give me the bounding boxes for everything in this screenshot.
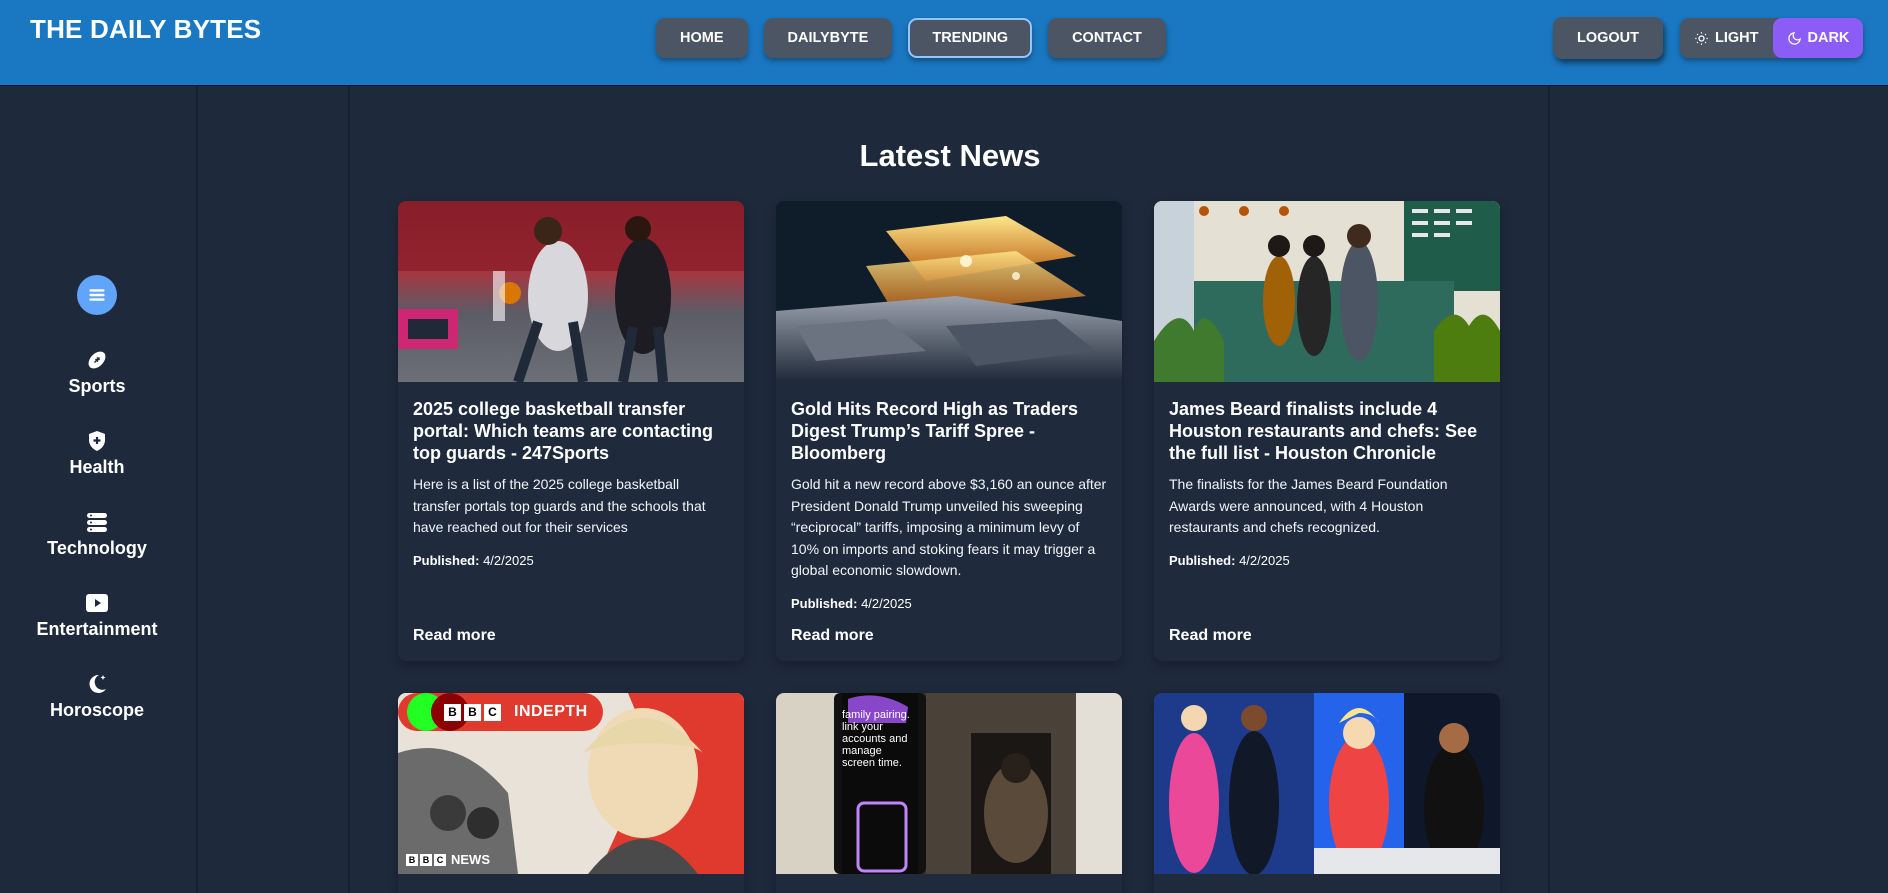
published-date-value: 4/2/2025 <box>483 552 534 568</box>
news-image-tv-show[interactable] <box>1154 693 1500 874</box>
news-card[interactable]: Gold Hits Record High as Traders Digest … <box>776 201 1122 661</box>
menu-toggle-button[interactable] <box>77 275 117 315</box>
left-gutter <box>198 86 350 893</box>
sidebar-item-sports[interactable]: Sports <box>0 348 194 397</box>
news-image-restaurant[interactable] <box>1154 201 1500 382</box>
category-sidebar: Sports Health Technology Entertainment H… <box>0 86 198 893</box>
news-card-title[interactable]: Gold Hits Record High as Traders Digest … <box>791 398 1107 464</box>
nav-trending-button[interactable]: TRENDING <box>908 18 1033 58</box>
main-nav: HOME DAILYBYTE TRENDING CONTACT <box>656 18 1166 58</box>
sidebar-item-label: Horoscope <box>49 700 145 720</box>
news-card[interactable]: B B C INDEPTH B B C NEWS <box>398 693 744 893</box>
news-card-title[interactable]: James Beard finalists include 4 Houston … <box>1169 398 1485 464</box>
sidebar-item-label: Technology <box>47 538 147 558</box>
news-image-tiktok[interactable]: family pairing. link your accounts and m… <box>776 693 1122 874</box>
bbc-letter: B <box>464 703 481 721</box>
nav-dailybyte-button[interactable]: DAILYBYTE <box>763 18 893 58</box>
bbc-letter: B <box>406 853 418 866</box>
main-content: Latest News 2025 college basketball tran… <box>350 86 1550 893</box>
news-image-basketball[interactable] <box>398 201 744 382</box>
basketball-photo <box>398 201 744 382</box>
published-date: Published: 4/2/2025 <box>791 596 1107 611</box>
read-more-link[interactable]: Read more <box>1169 627 1252 645</box>
bbc-letter: B <box>444 703 461 721</box>
sidebar-item-entertainment[interactable]: Entertainment <box>0 591 194 640</box>
published-date: Published: 4/2/2025 <box>1169 553 1485 568</box>
news-image-bbc[interactable]: B B C INDEPTH B B C NEWS <box>398 693 744 874</box>
light-theme-button[interactable]: LIGHT <box>1680 18 1773 58</box>
read-more-link[interactable]: Read more <box>413 627 496 645</box>
bbc-news-logo: B B C NEWS <box>406 852 490 867</box>
published-label: Published: <box>1169 552 1236 568</box>
theme-toggle: LIGHT DARK <box>1680 18 1864 58</box>
hamburger-icon <box>89 289 105 301</box>
sidebar-item-technology[interactable]: Technology <box>0 510 194 559</box>
shield-plus-icon <box>89 431 105 451</box>
news-card-description: The finalists for the James Beard Founda… <box>1169 476 1448 535</box>
news-card[interactable]: James Beard finalists include 4 Houston … <box>1154 201 1500 661</box>
bbc-logo: B B C INDEPTH <box>444 703 588 721</box>
top-header: THE DAILY BYTES HOME DAILYBYTE TRENDING … <box>0 0 1888 86</box>
news-card[interactable]: 2025 college basketball transfer portal:… <box>398 201 744 661</box>
news-card-description: Gold hit a new record above $3,160 an ou… <box>791 476 1107 578</box>
sidebar-item-label: Entertainment <box>36 619 158 639</box>
gold-bars-photo <box>776 201 1122 382</box>
news-image-gold[interactable] <box>776 201 1122 382</box>
news-card[interactable]: family pairing. link your accounts and m… <box>776 693 1122 893</box>
tiktok-photo <box>776 693 1122 874</box>
sidebar-item-horoscope[interactable]: Horoscope <box>0 672 194 721</box>
nav-home-button[interactable]: HOME <box>656 18 748 58</box>
nav-contact-button[interactable]: CONTACT <box>1048 18 1166 58</box>
sidebar-item-health[interactable]: Health <box>0 429 194 478</box>
bbc-news-label: NEWS <box>451 852 490 867</box>
published-date-value: 4/2/2025 <box>861 595 912 611</box>
published-date-value: 4/2/2025 <box>1239 552 1290 568</box>
news-card-description: Here is a list of the 2025 college baske… <box>413 476 706 535</box>
bbc-indepth-label: INDEPTH <box>514 703 588 720</box>
server-icon <box>87 513 107 532</box>
sun-icon <box>1695 31 1708 45</box>
moon-stars-icon <box>89 674 106 693</box>
published-label: Published: <box>413 552 480 568</box>
sidebar-item-label: Health <box>69 457 125 477</box>
news-card[interactable] <box>1154 693 1500 893</box>
bbc-letter: B <box>420 853 432 866</box>
tv-show-photo <box>1154 693 1500 874</box>
sidebar-item-label: Sports <box>68 376 126 396</box>
play-icon <box>86 594 108 612</box>
read-more-link[interactable]: Read more <box>791 627 874 645</box>
published-date: Published: 4/2/2025 <box>413 553 729 568</box>
restaurant-photo <box>1154 201 1500 382</box>
published-label: Published: <box>791 595 858 611</box>
tiktok-screen-text: family pairing. link your accounts and m… <box>842 709 910 769</box>
bbc-letter: C <box>484 703 501 721</box>
page-title: Latest News <box>859 138 1041 173</box>
light-label: LIGHT <box>1715 30 1759 46</box>
moon-icon <box>1787 31 1801 45</box>
dark-theme-button[interactable]: DARK <box>1772 18 1864 58</box>
site-brand[interactable]: THE DAILY BYTES <box>30 14 261 45</box>
logout-button[interactable]: LOGOUT <box>1553 17 1663 59</box>
football-icon <box>88 351 106 369</box>
dark-label: DARK <box>1807 30 1850 46</box>
bbc-letter: C <box>434 853 446 866</box>
news-card-title[interactable]: 2025 college basketball transfer portal:… <box>413 398 729 464</box>
